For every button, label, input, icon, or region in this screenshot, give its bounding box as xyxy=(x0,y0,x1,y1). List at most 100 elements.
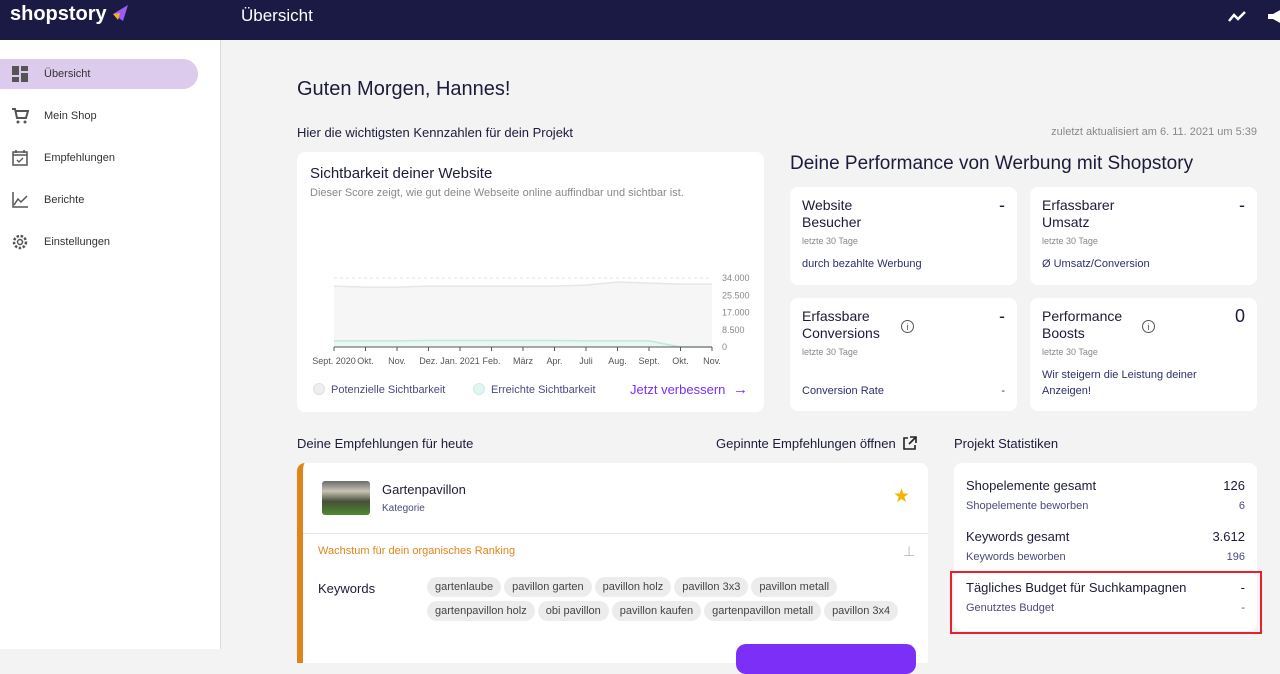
sidebar: Übersicht Mein Shop Empfehlungen Bericht… xyxy=(0,40,221,649)
kpi-card-visitors: Website Besucher - letzte 30 Tage durch … xyxy=(790,187,1017,285)
recommendation-type: Kategorie xyxy=(382,503,425,514)
greeting: Guten Morgen, Hannes! xyxy=(297,78,511,100)
sidebar-item-label: Übersicht xyxy=(44,68,91,80)
kpi-period: letzte 30 Tage xyxy=(1042,236,1098,246)
y-tick-label: 0 xyxy=(722,342,727,352)
dashboard-icon xyxy=(12,66,28,82)
improve-link[interactable]: Jetzt verbessern → xyxy=(630,381,748,398)
sidebar-item-uebersicht[interactable]: Übersicht xyxy=(0,59,198,89)
arrow-right-icon: → xyxy=(733,381,748,398)
logo-mark-icon xyxy=(112,5,128,21)
page-header-title: Übersicht xyxy=(241,6,313,25)
keyword-chip[interactable]: pavillon garten xyxy=(504,577,592,597)
pinned-recommendations-link[interactable]: Gepinnte Empfehlungen öffnen xyxy=(716,436,917,451)
sidebar-item-label: Empfehlungen xyxy=(44,152,115,164)
product-thumbnail xyxy=(322,481,370,515)
conversion-rate-value: - xyxy=(1001,385,1005,397)
info-icon[interactable]: i xyxy=(901,320,914,333)
keyword-chip[interactable]: pavillon 3x3 xyxy=(674,577,749,597)
cart-icon xyxy=(12,108,29,124)
kpi-value: - xyxy=(999,195,1005,215)
stat-sub-label: Keywords beworben xyxy=(966,551,1066,563)
x-tick-label: Jan. 2021 xyxy=(440,356,480,366)
keyword-chip[interactable]: gartenpavillon holz xyxy=(427,601,535,621)
x-tick-label: Aug. xyxy=(608,356,627,366)
kpi-title: Performance Boosts xyxy=(1042,308,1123,341)
kpi-description: Conversion Rate xyxy=(802,385,884,397)
calendar-check-icon xyxy=(12,150,28,166)
kpi-description: Wir steigern die Leistung deiner Anzeige… xyxy=(1042,369,1197,397)
stat-label: Keywords gesamt xyxy=(966,529,1070,544)
legend-potential[interactable]: Potenzielle Sichtbarkeit xyxy=(313,383,445,396)
stat-value: 3.612 xyxy=(1212,529,1245,544)
open-external-icon xyxy=(902,436,917,450)
keyword-chip[interactable]: gartenpavillon metall xyxy=(704,601,822,621)
legend-reached[interactable]: Erreichte Sichtbarkeit xyxy=(473,383,596,396)
kpi-value: - xyxy=(999,306,1005,326)
area-potential xyxy=(334,282,712,347)
sidebar-item-berichte[interactable]: Berichte xyxy=(0,185,198,215)
kpi-description: durch bezahlte Werbung xyxy=(802,258,922,270)
visibility-card: Sichtbarkeit deiner Website Dieser Score… xyxy=(297,152,764,412)
keyword-chip[interactable]: obi pavillon xyxy=(537,601,609,621)
x-tick-label: März xyxy=(513,356,533,366)
info-icon[interactable]: i xyxy=(1142,320,1155,333)
x-tick-label: Apr. xyxy=(546,356,562,366)
logo[interactable]: shopstory xyxy=(10,3,129,26)
sidebar-item-einstellungen[interactable]: Einstellungen xyxy=(0,227,198,257)
kpi-description: Ø Umsatz/Conversion xyxy=(1042,258,1150,270)
kpi-title: Website Besucher xyxy=(802,197,862,230)
chart-line-icon xyxy=(12,192,28,208)
brand-name: shopstory xyxy=(10,3,107,25)
improve-link-label: Jetzt verbessern xyxy=(630,382,726,397)
stat-label: Shopelemente gesamt xyxy=(966,478,1097,493)
recommendation-card: Gartenpavillon Kategorie ★ Wachstum für … xyxy=(297,463,928,674)
x-tick-label: Okt. xyxy=(357,356,374,366)
y-tick-label: 8.500 xyxy=(722,325,745,335)
visibility-title: Sichtbarkeit deiner Website xyxy=(310,165,493,182)
trend-icon[interactable] xyxy=(1227,7,1249,27)
kpi-card-conversions: Erfassbare Conversions i - letzte 30 Tag… xyxy=(790,298,1017,411)
stat-value: 126 xyxy=(1223,478,1245,493)
sidebar-item-label: Einstellungen xyxy=(44,236,111,248)
kpi-value: - xyxy=(1239,195,1245,215)
section-subtitle: Hier die wichtigsten Kennzahlen für dein… xyxy=(297,125,574,140)
kpi-value: 0 xyxy=(1234,306,1245,326)
legend-label: Erreichte Sichtbarkeit xyxy=(491,384,596,396)
stat-row-shopelemente: Shopelemente gesamt 126 Shopelemente bewor… xyxy=(966,478,1245,512)
keyword-chip[interactable]: pavillon holz xyxy=(594,577,672,597)
stats-title: Projekt Statistiken xyxy=(954,436,1059,451)
megaphone-icon[interactable] xyxy=(1266,7,1280,27)
stat-sub-label: Shopelemente beworben xyxy=(966,500,1089,512)
kpi-card-revenue: Erfassbarer Umsatz - letzte 30 Tage Ø Um… xyxy=(1030,187,1257,285)
sidebar-item-empfehlungen[interactable]: Empfehlungen xyxy=(0,143,198,173)
legend-swatch-reached xyxy=(473,383,485,395)
kpi-period: letzte 30 Tage xyxy=(802,236,858,246)
recommendations-title: Deine Empfehlungen für heute xyxy=(297,436,474,451)
keywords-label: Keywords xyxy=(318,581,376,596)
highlight-box xyxy=(950,571,1262,634)
visibility-description: Dieser Score zeigt, wie gut deine Websei… xyxy=(310,187,684,199)
star-icon[interactable]: ★ xyxy=(893,485,910,508)
keyword-chip[interactable]: pavillon 3x4 xyxy=(824,601,899,621)
gear-icon xyxy=(12,234,28,250)
legend-swatch-potential xyxy=(313,383,325,395)
keyword-chip[interactable]: pavillon kaufen xyxy=(611,601,702,621)
kpi-period: letzte 30 Tage xyxy=(1042,347,1098,357)
recommendation-name[interactable]: Gartenpavillon xyxy=(382,482,466,497)
x-tick-label: Feb. xyxy=(482,356,500,366)
keyword-chip[interactable]: gartenlaube xyxy=(427,577,502,597)
kpi-period: letzte 30 Tage xyxy=(802,347,858,357)
keyword-chips: gartenlaube pavillon garten pavillon holz p… xyxy=(427,577,927,625)
pin-icon[interactable]: ⊥ xyxy=(903,543,915,560)
x-tick-label: Okt. xyxy=(672,356,689,366)
sidebar-item-mein-shop[interactable]: Mein Shop xyxy=(0,101,198,131)
y-tick-label: 25.500 xyxy=(722,290,750,300)
kpi-title: Erfassbare Conversions xyxy=(802,308,880,341)
divider xyxy=(303,533,928,534)
keyword-chip[interactable]: pavillon metall xyxy=(751,577,838,597)
y-tick-label: 17.000 xyxy=(722,308,750,318)
x-tick-label: Nov. xyxy=(703,356,721,366)
legend-label: Potenzielle Sichtbarkeit xyxy=(331,384,446,396)
sidebar-item-label: Mein Shop xyxy=(44,110,97,122)
